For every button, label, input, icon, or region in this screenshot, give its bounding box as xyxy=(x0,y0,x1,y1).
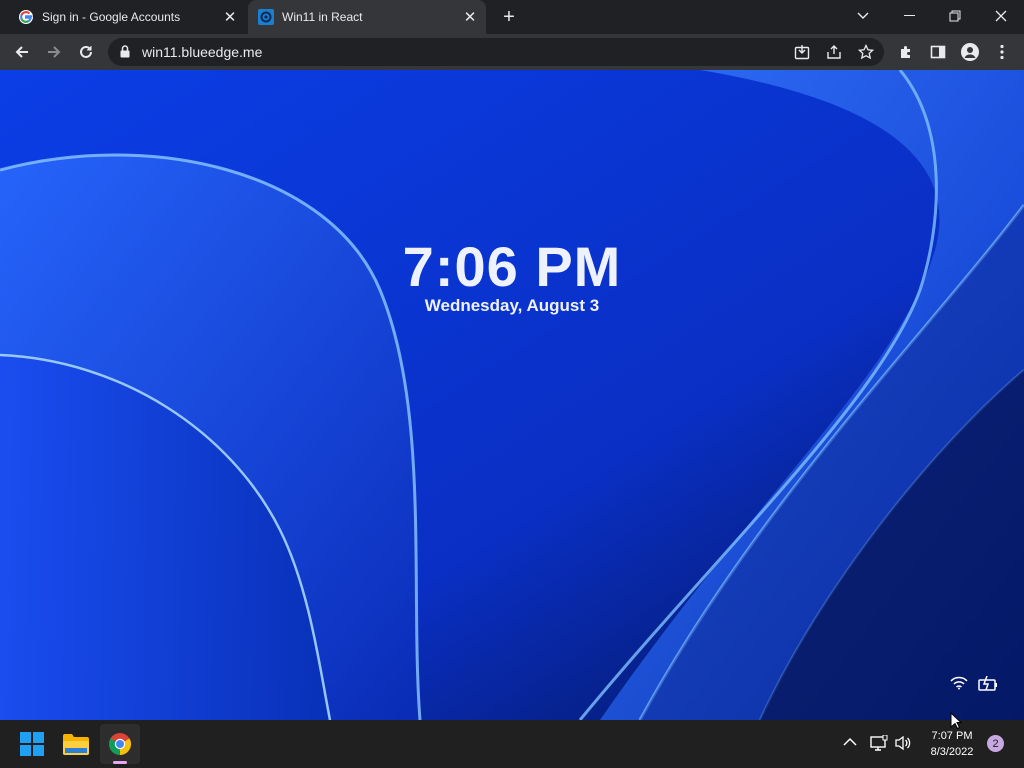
file-explorer-icon xyxy=(63,734,89,755)
star-icon[interactable] xyxy=(858,44,874,60)
volume-icon[interactable] xyxy=(894,735,912,751)
taskbar-clock[interactable]: 7:07 PM 8/3/2022 xyxy=(920,728,984,760)
menu-button[interactable] xyxy=(988,38,1016,66)
lock-date: Wednesday, August 3 xyxy=(424,296,600,315)
chrome-icon xyxy=(109,733,131,755)
address-bar[interactable]: win11.blueedge.me xyxy=(108,38,884,66)
file-explorer-button[interactable] xyxy=(56,724,96,764)
arrow-left-icon xyxy=(15,46,28,58)
restore-button[interactable] xyxy=(932,0,978,32)
forward-button[interactable] xyxy=(40,38,68,66)
arrow-right-icon xyxy=(48,46,61,58)
minimize-icon xyxy=(903,15,915,16)
tab-title: Win11 in React xyxy=(282,10,363,24)
close-tab-icon[interactable]: ✕ xyxy=(222,9,238,26)
install-app-icon[interactable] xyxy=(794,44,810,60)
browser-chrome: Sign in - Google Accounts ✕ Win11 in Rea… xyxy=(0,0,1024,70)
taskbar: 7:07 PM 8/3/2022 2 xyxy=(0,720,1024,768)
battery-charging-icon xyxy=(978,676,997,691)
tab-strip: Sign in - Google Accounts ✕ Win11 in Rea… xyxy=(0,0,1024,34)
extensions-button[interactable] xyxy=(892,38,920,66)
tab-search-button[interactable] xyxy=(840,0,886,32)
tab-google-signin[interactable]: Sign in - Google Accounts ✕ xyxy=(8,0,246,34)
wifi-icon xyxy=(950,676,968,690)
notification-badge[interactable]: 2 xyxy=(987,735,1004,752)
start-button[interactable] xyxy=(12,724,52,764)
chevron-down-icon xyxy=(857,12,869,19)
new-tab-button[interactable]: + xyxy=(498,6,520,28)
lock-icon xyxy=(120,45,130,58)
side-panel-icon xyxy=(930,45,946,59)
start-icon xyxy=(20,732,44,756)
tab-win11-react[interactable]: Win11 in React ✕ xyxy=(248,0,486,34)
kebab-menu-icon xyxy=(1000,44,1004,60)
close-tab-icon[interactable]: ✕ xyxy=(462,9,478,26)
lock-time: 7:06 PM xyxy=(402,235,622,298)
url-text: win11.blueedge.me xyxy=(142,44,263,60)
tab-title: Sign in - Google Accounts xyxy=(42,10,181,24)
taskbar-date: 8/3/2022 xyxy=(930,746,974,758)
share-icon[interactable] xyxy=(826,44,842,60)
puzzle-icon xyxy=(901,46,910,58)
mouse-cursor-icon xyxy=(950,712,962,730)
back-button[interactable] xyxy=(8,38,36,66)
taskbar-time: 7:07 PM xyxy=(931,730,973,742)
minimize-button[interactable] xyxy=(886,0,932,32)
chevron-up-icon[interactable] xyxy=(843,737,857,747)
close-icon xyxy=(995,10,1007,22)
google-icon xyxy=(19,10,33,24)
wallpaper-bloom xyxy=(0,70,1024,720)
active-app-indicator xyxy=(113,761,127,764)
side-panel-button[interactable] xyxy=(924,38,952,66)
reload-button[interactable] xyxy=(72,38,100,66)
win11-app-icon xyxy=(258,9,274,25)
network-icon[interactable] xyxy=(870,735,888,751)
close-window-button[interactable] xyxy=(978,0,1024,32)
avatar-icon xyxy=(961,43,979,61)
chrome-taskbar-button[interactable] xyxy=(100,724,140,764)
lock-screen[interactable]: 7:06 PM Wednesday, August 3 xyxy=(0,70,1024,720)
profile-button[interactable] xyxy=(956,38,984,66)
restore-icon xyxy=(949,10,961,22)
reload-icon xyxy=(80,45,92,58)
